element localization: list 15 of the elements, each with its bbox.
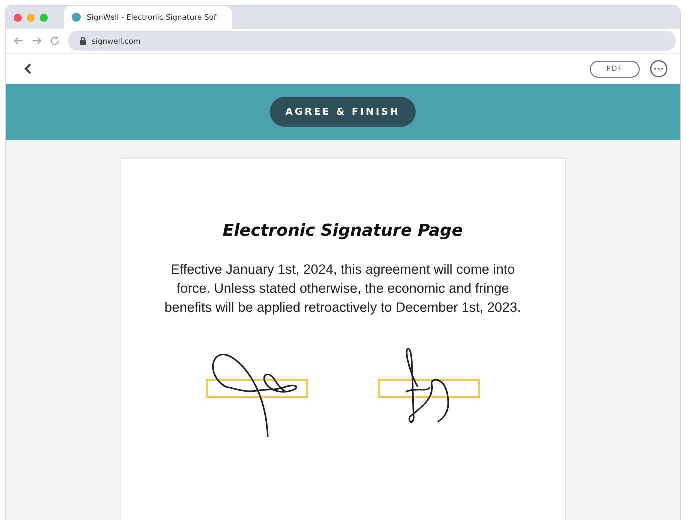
more-icon[interactable]	[650, 60, 668, 78]
back-icon[interactable]	[14, 36, 24, 46]
forward-icon[interactable]	[32, 36, 42, 46]
minimize-dot[interactable]	[27, 14, 35, 22]
maximize-dot[interactable]	[40, 14, 48, 22]
document-text: Effective January 1st, 2024, this agreement will come into force. Unless stated otherwise, the economic and fringe benefits will be applied retroactively to December 1st, 2023.	[164, 261, 522, 317]
agree-finish-button[interactable]: AGREE & FINISH	[270, 97, 416, 127]
signature-field[interactable]	[378, 379, 480, 398]
document-title: Electronic Signature Page	[222, 221, 464, 240]
back-chevron-icon[interactable]	[24, 63, 32, 75]
signature-field[interactable]	[206, 379, 308, 398]
lock-icon	[80, 37, 86, 45]
reload-icon[interactable]	[50, 36, 60, 46]
close-dot[interactable]	[14, 14, 22, 22]
favicon-icon	[72, 13, 81, 22]
